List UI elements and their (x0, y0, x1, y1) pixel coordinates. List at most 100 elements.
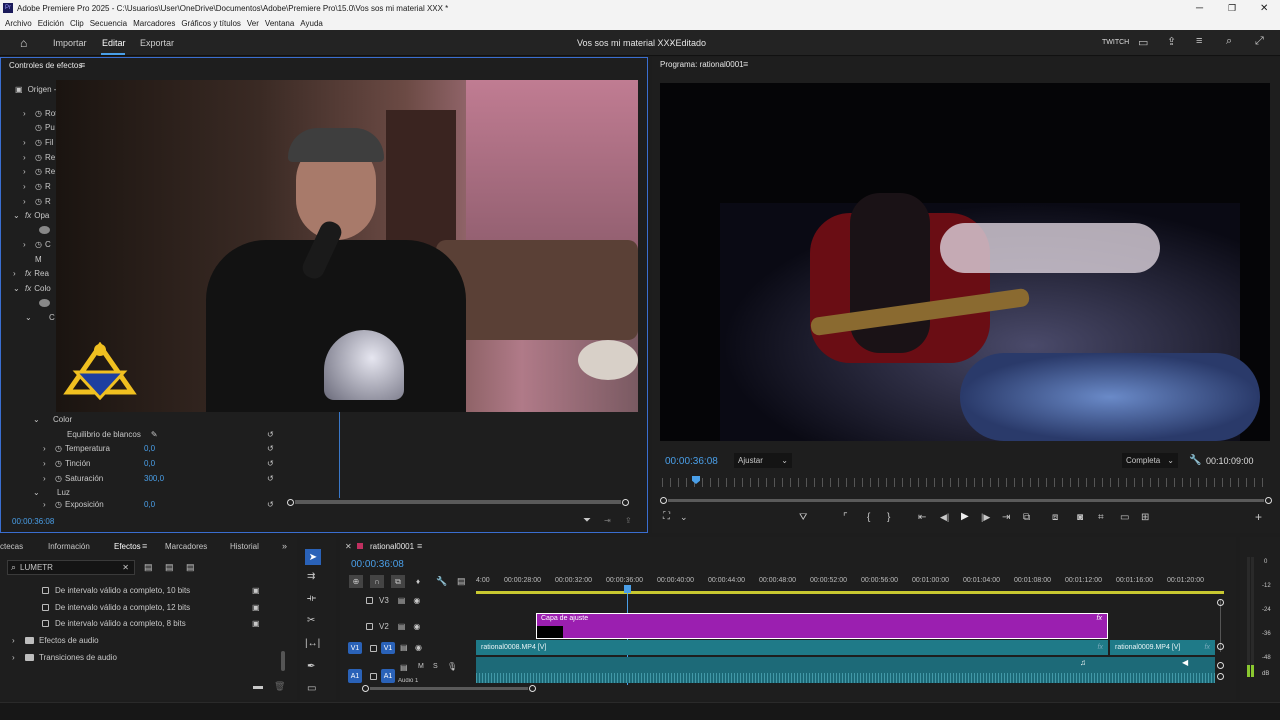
expand-chevron-icon[interactable]: › (12, 653, 25, 662)
microphone-icon[interactable]: 🎙 (447, 662, 457, 671)
folder-efectos-audio[interactable]: › Efectos de audio (12, 632, 99, 648)
reset-icon[interactable]: ↺ (267, 444, 274, 453)
stopwatch-icon[interactable]: ◷ (35, 167, 42, 176)
snap-icon[interactable]: ∩ (370, 575, 384, 588)
scroll-handle-icon[interactable] (1217, 599, 1224, 606)
param-value[interactable]: 0,0 (144, 500, 155, 509)
settings-wrench-icon[interactable]: 🔧 (436, 576, 447, 587)
video-clip-rational0009[interactable]: rational0009.MP4 [V] fx (1110, 640, 1215, 655)
mask-ellipse-icon[interactable] (39, 296, 50, 310)
reset-icon[interactable]: ↺ (267, 474, 274, 483)
lock-icon[interactable] (370, 645, 377, 652)
program-zoom-scrollbar[interactable] (660, 496, 1272, 504)
close-sequence-icon[interactable]: ✕ (345, 542, 352, 551)
captions-icon[interactable]: ▤ (457, 576, 466, 587)
delete-icon[interactable]: 🗑 (274, 681, 285, 692)
chevron-down-icon[interactable]: ⌄ (680, 512, 688, 523)
twitch-label[interactable]: TWITCH (1102, 39, 1129, 46)
lock-icon[interactable] (366, 596, 373, 604)
32bit-effects-icon[interactable]: ▤ (165, 562, 174, 573)
effect-row[interactable]: ⌄ fx Colo (13, 281, 51, 295)
menu-secuencia[interactable]: Secuencia (90, 19, 127, 28)
linked-selection-icon[interactable]: ⧉ (391, 575, 405, 588)
tab-efectos[interactable]: Efectos (114, 542, 141, 551)
menu-marcadores[interactable]: Marcadores (133, 19, 175, 28)
stopwatch-icon[interactable]: ◷ (35, 153, 42, 162)
expand-chevron-icon[interactable]: › (43, 474, 55, 483)
panel-menu-icon[interactable]: ≡ (80, 60, 85, 70)
mark-in-icon[interactable]: ⌜ (843, 512, 848, 523)
stopwatch-icon[interactable]: ◷ (55, 474, 62, 483)
expand-chevron-icon[interactable]: › (12, 636, 25, 645)
expand-chevron-icon[interactable]: ⌄ (33, 488, 57, 497)
menu-clip[interactable]: Clip (70, 19, 84, 28)
stopwatch-icon[interactable]: ◷ (35, 138, 42, 147)
eyedropper-icon[interactable]: ✎ (151, 430, 158, 439)
stopwatch-icon[interactable]: ◷ (35, 109, 42, 118)
expand-chevron-icon[interactable]: › (23, 167, 35, 176)
minimize-button[interactable]: ─ (1196, 3, 1203, 14)
expand-chevron-icon[interactable]: ⌄ (33, 415, 53, 424)
export-icon[interactable]: ⇪ (625, 516, 632, 525)
menu-ayuda[interactable]: Ayuda (300, 19, 323, 28)
folder-transiciones-audio[interactable]: › Transiciones de audio (12, 649, 117, 665)
safe-margins-icon[interactable]: ⛶ (663, 511, 670, 522)
rectangle-tool-icon[interactable]: ▭ (307, 683, 316, 694)
video-clip-rational0008[interactable]: rational0008.MP4 [V] fx (476, 640, 1108, 655)
effect-row[interactable]: ⌄ fx Opa (13, 208, 49, 222)
expand-chevron-icon[interactable]: › (23, 138, 35, 147)
more-tabs-icon[interactable]: » (282, 541, 287, 551)
effect-row[interactable]: ⌄ C (25, 310, 55, 324)
tab-marcadores[interactable]: Marcadores (165, 542, 207, 551)
sequence-tab[interactable]: rational0001 (370, 542, 414, 551)
nav-exportar[interactable]: Exportar (140, 38, 174, 48)
selection-tool-icon[interactable]: ➤ (305, 549, 321, 565)
menu-icon[interactable]: ≡ (1196, 35, 1202, 47)
menu-ventana[interactable]: Ventana (265, 19, 294, 28)
effect-timeline-playhead[interactable] (339, 412, 340, 498)
razor-tool-icon[interactable]: ✂ (307, 615, 315, 626)
param-row-temperatura[interactable]: › ◷ Temperatura 0,0 ↺ (43, 441, 287, 455)
mask-ellipse-icon[interactable] (39, 223, 50, 237)
effect-row[interactable]: ◷ Pu (23, 120, 55, 134)
stopwatch-icon[interactable]: ◷ (55, 444, 62, 453)
stopwatch-icon[interactable]: ◷ (35, 123, 42, 132)
effect-row[interactable]: › ◷ Rot (23, 106, 57, 120)
sync-lock-icon[interactable]: ▤ (398, 596, 406, 605)
reset-icon[interactable]: ↺ (267, 500, 274, 509)
sync-lock-icon[interactable]: ▤ (398, 622, 406, 631)
expand-chevron-icon[interactable]: › (23, 182, 35, 191)
expand-chevron-icon[interactable]: › (23, 109, 35, 118)
param-value[interactable]: 0,0 (144, 459, 155, 468)
in-point-icon[interactable]: { (867, 512, 870, 523)
filter-icon[interactable]: ⏷ (583, 515, 591, 526)
reset-icon[interactable]: ↺ (267, 430, 274, 439)
expand-chevron-icon[interactable]: › (23, 197, 35, 206)
tab-bibliotecas[interactable]: ctecas (0, 542, 23, 551)
param-row-saturacion[interactable]: › ◷ Saturación 300,0 ↺ (43, 471, 287, 485)
eye-icon[interactable]: ◉ (413, 622, 420, 631)
param-value[interactable]: 0,0 (144, 444, 155, 453)
effects-search-field[interactable]: ⌕ LUMETR ✕ (7, 560, 135, 575)
tab-historial[interactable]: Historial (230, 542, 259, 551)
play-icon[interactable]: ▶ (961, 511, 969, 522)
expand-chevron-icon[interactable]: › (23, 153, 35, 162)
program-time-ruler[interactable] (662, 478, 1270, 487)
effects-scrollbar[interactable] (281, 651, 285, 671)
effect-controls-timecode[interactable]: 00:00:36:08 (12, 517, 54, 526)
expand-chevron-icon[interactable]: › (43, 500, 55, 509)
effect-row[interactable]: › ◷ Fil (23, 135, 53, 149)
track-label[interactable]: V3 (379, 596, 389, 605)
panel-layout-icon[interactable]: ▭ (1138, 36, 1148, 49)
expand-chevron-icon[interactable]: ⌄ (13, 284, 25, 293)
expand-chevron-icon[interactable]: ⌄ (25, 313, 49, 322)
effect-row[interactable]: › fx Rea (13, 266, 49, 280)
new-bin-icon[interactable]: ▬ (253, 681, 263, 692)
panel-menu-icon[interactable]: ≡ (417, 541, 422, 551)
timeline-ruler[interactable]: 4:00 00:00:28:00 00:00:32:00 00:00:36:00… (476, 577, 1224, 589)
white-balance-row[interactable]: Equilibrio de blancos ✎ ↺ (67, 427, 287, 441)
effect-row[interactable]: › ◷ Re (23, 150, 55, 164)
quality-dropdown[interactable]: Completa ⌄ (1122, 453, 1178, 468)
accelerated-effects-icon[interactable]: ▤ (144, 562, 153, 573)
effect-list-item[interactable]: De intervalo válido a completo, 12 bits ▣ (42, 599, 264, 615)
